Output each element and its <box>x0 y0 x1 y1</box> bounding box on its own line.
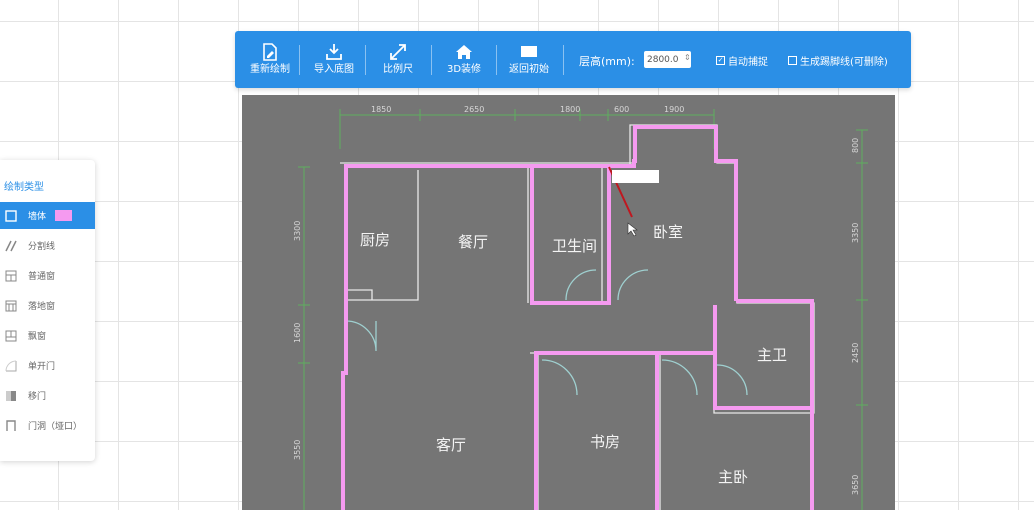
floor-window-icon <box>5 300 17 311</box>
svg-text:1800: 1800 <box>560 105 580 114</box>
toolbar: 重新绘制 导入底图 比例尺 3D装修 返回初始 层高(mm): ⇕ ✓ 自动捕捉 <box>235 31 911 88</box>
sliding-door-icon <box>6 390 16 401</box>
doorway-icon <box>6 419 16 431</box>
room-label-dining: 餐厅 <box>458 233 488 251</box>
tool-wall[interactable]: 墙体 <box>0 202 95 229</box>
redraw-button[interactable]: 重新绘制 <box>247 31 293 88</box>
window-icon <box>5 270 17 281</box>
svg-text:800: 800 <box>851 138 860 153</box>
wall-icon <box>5 209 17 222</box>
toolbar-divider <box>431 45 432 75</box>
tool-bay-window[interactable]: 飘窗 <box>0 322 95 349</box>
baseboard-checkbox[interactable]: 生成踢脚线(可删除) <box>788 53 888 68</box>
checkbox-checked-icon: ✓ <box>716 56 725 65</box>
toolbar-divider <box>496 45 497 75</box>
import-button[interactable]: 导入底图 <box>311 31 357 88</box>
mouse-cursor-icon <box>627 222 638 237</box>
bay-window-icon <box>5 330 17 341</box>
import-icon <box>326 44 342 60</box>
room-label-living: 客厅 <box>436 436 466 454</box>
toolbar-divider <box>563 45 564 75</box>
svg-text:1600: 1600 <box>293 323 302 343</box>
divider-line-icon <box>5 240 17 251</box>
room-label-kitchen: 厨房 <box>360 231 390 249</box>
svg-text:2450: 2450 <box>851 343 860 363</box>
svg-text:3550: 3550 <box>293 440 302 460</box>
redraw-icon <box>263 43 277 61</box>
stepper-icon[interactable]: ⇕ <box>684 53 691 62</box>
toolbar-divider <box>299 45 300 75</box>
room-label-bedroom: 卧室 <box>653 223 683 241</box>
checkbox-unchecked-icon <box>788 56 797 65</box>
auto-snap-checkbox[interactable]: ✓ 自动捕捉 <box>716 53 768 68</box>
home-icon <box>456 45 472 59</box>
length-input-tooltip[interactable] <box>612 170 659 183</box>
svg-text:1900: 1900 <box>664 105 684 114</box>
floor-height-label: 层高(mm): <box>579 55 635 68</box>
3d-decor-button[interactable]: 3D装修 <box>443 31 485 88</box>
drawing-canvas[interactable]: 1850 2650 1800 600 1900 3300 1600 3550 8… <box>242 95 895 510</box>
panel-title: 绘制类型 <box>4 182 44 193</box>
wall-color-swatch[interactable] <box>55 210 73 221</box>
scale-icon <box>390 44 406 60</box>
svg-text:3300: 3300 <box>293 221 302 241</box>
reset-button[interactable]: 返回初始 <box>506 31 552 88</box>
single-door-icon <box>5 360 17 371</box>
tool-window[interactable]: 普通窗 <box>0 262 95 289</box>
svg-text:3350: 3350 <box>851 223 860 243</box>
dimension-lines <box>298 109 868 510</box>
room-label-master-bedroom: 主卧 <box>718 468 748 486</box>
svg-text:2650: 2650 <box>464 105 484 114</box>
tool-sliding-door[interactable]: 移门 <box>0 382 95 409</box>
room-label-study: 书房 <box>590 433 620 451</box>
room-label-bathroom: 卫生间 <box>552 237 597 255</box>
reset-icon <box>521 46 537 57</box>
tool-floor-window[interactable]: 落地窗 <box>0 292 95 319</box>
tool-divider-line[interactable]: 分割线 <box>0 232 95 259</box>
svg-text:1850: 1850 <box>371 105 391 114</box>
floor-plan-lines <box>340 124 815 510</box>
toolbar-divider <box>365 45 366 75</box>
svg-text:600: 600 <box>614 105 629 114</box>
svg-text:3650: 3650 <box>851 475 860 495</box>
tool-doorway[interactable]: 门洞（垭口） <box>0 412 95 439</box>
draw-type-panel: 绘制类型 墙体 分割线 普通窗 落地窗 飘窗 单开门 移门 门洞（垭口） <box>0 160 95 461</box>
tool-single-door[interactable]: 单开门 <box>0 352 95 379</box>
room-label-master-bath: 主卫 <box>757 346 787 364</box>
floor-plan: 1850 2650 1800 600 1900 3300 1600 3550 8… <box>293 105 868 510</box>
drawn-walls <box>341 125 814 510</box>
scale-button[interactable]: 比例尺 <box>378 31 418 88</box>
